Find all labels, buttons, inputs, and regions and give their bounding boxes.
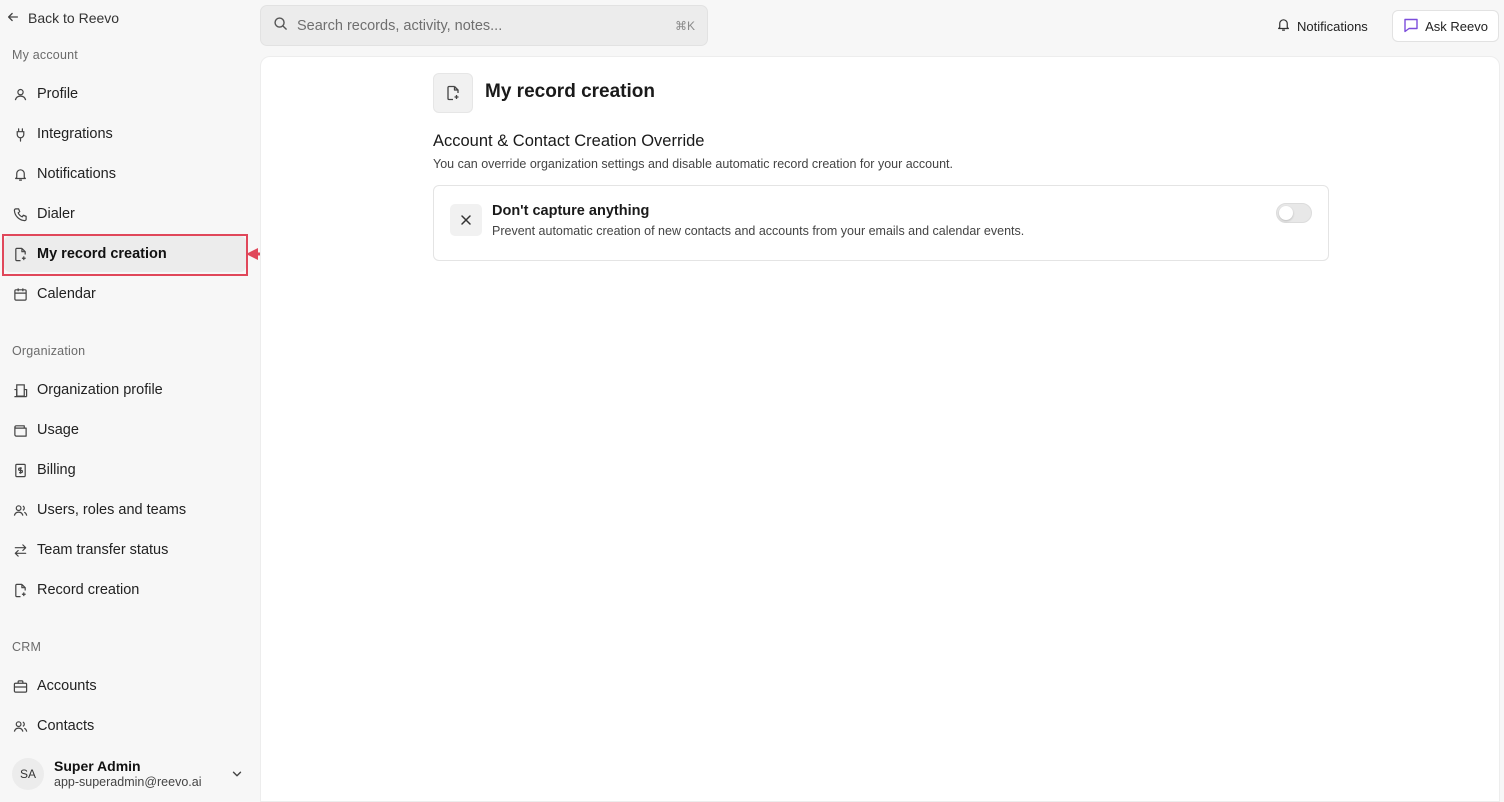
receipt-icon bbox=[13, 463, 28, 478]
user-icon bbox=[13, 87, 28, 102]
sidebar-item-label: Calendar bbox=[37, 286, 96, 302]
section-description: You can override organization settings a… bbox=[433, 157, 953, 171]
sidebar-item-notifications[interactable]: Notifications bbox=[4, 156, 246, 192]
bell-icon bbox=[1276, 17, 1291, 35]
phone-icon bbox=[13, 207, 28, 222]
sidebar-item-contacts[interactable]: Contacts bbox=[4, 708, 246, 744]
setting-card: Don't capture anything Prevent automatic… bbox=[433, 185, 1329, 261]
section-title-my-account: My account bbox=[12, 48, 78, 62]
ask-reevo-button[interactable]: Ask Reevo bbox=[1392, 10, 1499, 42]
arrows-left-right-icon bbox=[13, 543, 28, 558]
toggle-knob bbox=[1279, 206, 1293, 220]
sidebar-item-dialer[interactable]: Dialer bbox=[4, 196, 246, 232]
sidebar-item-label: Integrations bbox=[37, 126, 113, 142]
setting-title: Don't capture anything bbox=[492, 203, 650, 219]
arrow-left-icon bbox=[6, 10, 20, 27]
wallet-icon bbox=[13, 423, 28, 438]
search-input[interactable] bbox=[297, 17, 666, 34]
sidebar-item-integrations[interactable]: Integrations bbox=[4, 116, 246, 152]
chat-icon bbox=[1403, 17, 1419, 36]
notifications-button[interactable]: Notifications bbox=[1276, 14, 1368, 38]
file-plus-icon bbox=[13, 247, 28, 262]
bell-icon bbox=[13, 167, 28, 182]
sidebar-item-label: Record creation bbox=[37, 582, 140, 598]
briefcase-icon bbox=[13, 679, 28, 694]
sidebar-item-organization-profile[interactable]: Organization profile bbox=[4, 372, 246, 408]
users-icon bbox=[13, 719, 28, 734]
user-name: Super Admin bbox=[54, 758, 141, 774]
sidebar-item-team-transfer-status[interactable]: Team transfer status bbox=[4, 532, 246, 568]
sidebar-item-label: Dialer bbox=[37, 206, 75, 222]
avatar: SA bbox=[12, 758, 44, 790]
calendar-icon bbox=[13, 287, 28, 302]
dont-capture-toggle[interactable] bbox=[1276, 203, 1312, 223]
sidebar-item-label: Team transfer status bbox=[37, 542, 169, 558]
sidebar-item-label: Usage bbox=[37, 422, 79, 438]
sidebar-item-label: Contacts bbox=[37, 718, 95, 734]
close-icon bbox=[450, 204, 482, 236]
sidebar-item-billing[interactable]: Billing bbox=[4, 452, 246, 488]
sidebar-item-label: Accounts bbox=[37, 678, 97, 694]
main-panel: My record creation Account & Contact Cre… bbox=[260, 56, 1500, 802]
search-shortcut: ⌘K bbox=[674, 18, 695, 33]
sidebar-item-users-roles-teams[interactable]: Users, roles and teams bbox=[4, 492, 246, 528]
sidebar-item-label: My record creation bbox=[37, 246, 167, 262]
user-menu[interactable]: SA Super Admin app-superadmin@reevo.ai bbox=[12, 754, 244, 794]
sidebar-item-my-record-creation[interactable]: My record creation bbox=[4, 236, 246, 272]
sidebar-item-label: Notifications bbox=[37, 166, 116, 182]
chevron-down-icon[interactable] bbox=[230, 767, 244, 781]
sidebar-item-profile[interactable]: Profile bbox=[4, 76, 246, 112]
sidebar-item-usage[interactable]: Usage bbox=[4, 412, 246, 448]
sidebar: Back to Reevo My account Profile Integra… bbox=[0, 0, 259, 802]
file-plus-icon bbox=[13, 583, 28, 598]
ask-reevo-label: Ask Reevo bbox=[1425, 18, 1488, 34]
notifications-label: Notifications bbox=[1297, 18, 1368, 34]
sidebar-item-label: Profile bbox=[37, 86, 79, 102]
sidebar-item-record-creation[interactable]: Record creation bbox=[4, 572, 246, 608]
sidebar-item-label: Billing bbox=[37, 462, 76, 478]
sidebar-item-calendar[interactable]: Calendar bbox=[4, 276, 246, 312]
section-title-organization: Organization bbox=[12, 344, 86, 358]
search-icon bbox=[273, 16, 288, 36]
plug-icon bbox=[13, 127, 28, 142]
sidebar-item-label: Organization profile bbox=[37, 382, 163, 398]
search-bar[interactable]: ⌘K bbox=[260, 5, 708, 46]
back-to-reevo-link[interactable]: Back to Reevo bbox=[6, 8, 119, 28]
back-label: Back to Reevo bbox=[28, 10, 120, 26]
file-plus-icon bbox=[433, 73, 473, 113]
building-icon bbox=[13, 383, 28, 398]
sidebar-item-accounts[interactable]: Accounts bbox=[4, 668, 246, 704]
section-heading: Account & Contact Creation Override bbox=[433, 132, 705, 150]
page-title: My record creation bbox=[485, 81, 655, 102]
setting-description: Prevent automatic creation of new contac… bbox=[492, 224, 1025, 238]
user-email: app-superadmin@reevo.ai bbox=[54, 775, 202, 789]
sidebar-item-label: Users, roles and teams bbox=[37, 502, 187, 518]
section-title-crm: CRM bbox=[12, 640, 42, 654]
users-icon bbox=[13, 503, 28, 518]
